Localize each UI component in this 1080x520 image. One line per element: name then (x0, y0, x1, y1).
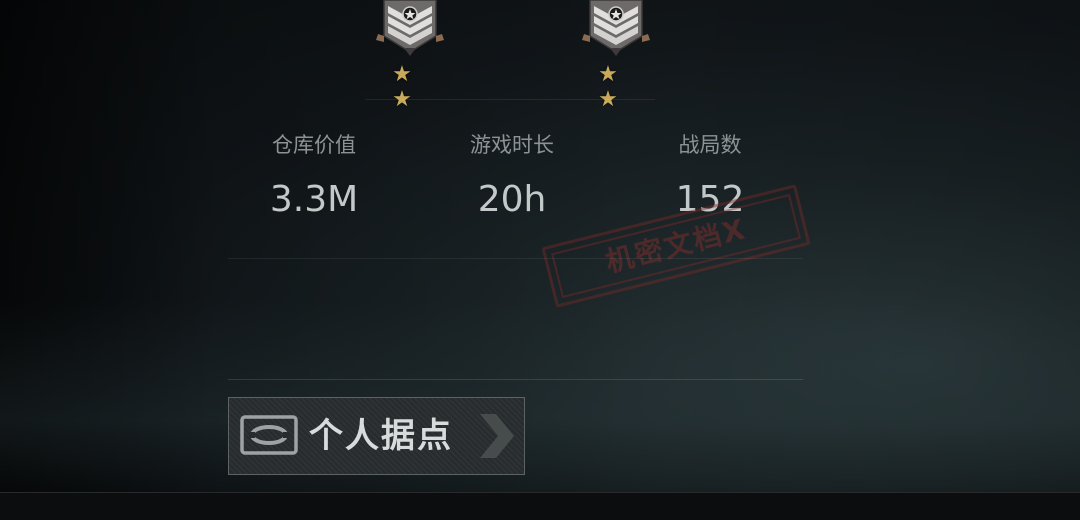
stat-label: 游戏时长 (470, 133, 554, 157)
chevron-rank-icon (582, 0, 650, 56)
chevron-rank-icon (376, 0, 444, 56)
stat-label: 仓库价值 (272, 133, 356, 157)
stat-play-time: 游戏时长 20h (432, 130, 592, 222)
divider (228, 379, 803, 380)
bottom-bar (0, 492, 1080, 520)
divider (365, 99, 655, 100)
rank-stars: ★ ★ (392, 62, 428, 112)
stat-value: 20h (477, 179, 547, 220)
base-icon (240, 415, 298, 455)
personal-base-label: 个人据点 (309, 416, 453, 456)
stat-value: 3.3M (269, 179, 359, 220)
rank-badge-current: ★ ★ (370, 0, 450, 112)
rank-stars: ★ ★ (598, 62, 634, 112)
chevron-right-icon (480, 414, 514, 458)
stat-label: 战局数 (678, 133, 742, 157)
divider (228, 258, 803, 259)
stat-warehouse-value: 仓库价值 3.3M (234, 130, 394, 222)
background-haze (0, 300, 1080, 500)
rank-badge-highest: ★ ★ (576, 0, 656, 112)
